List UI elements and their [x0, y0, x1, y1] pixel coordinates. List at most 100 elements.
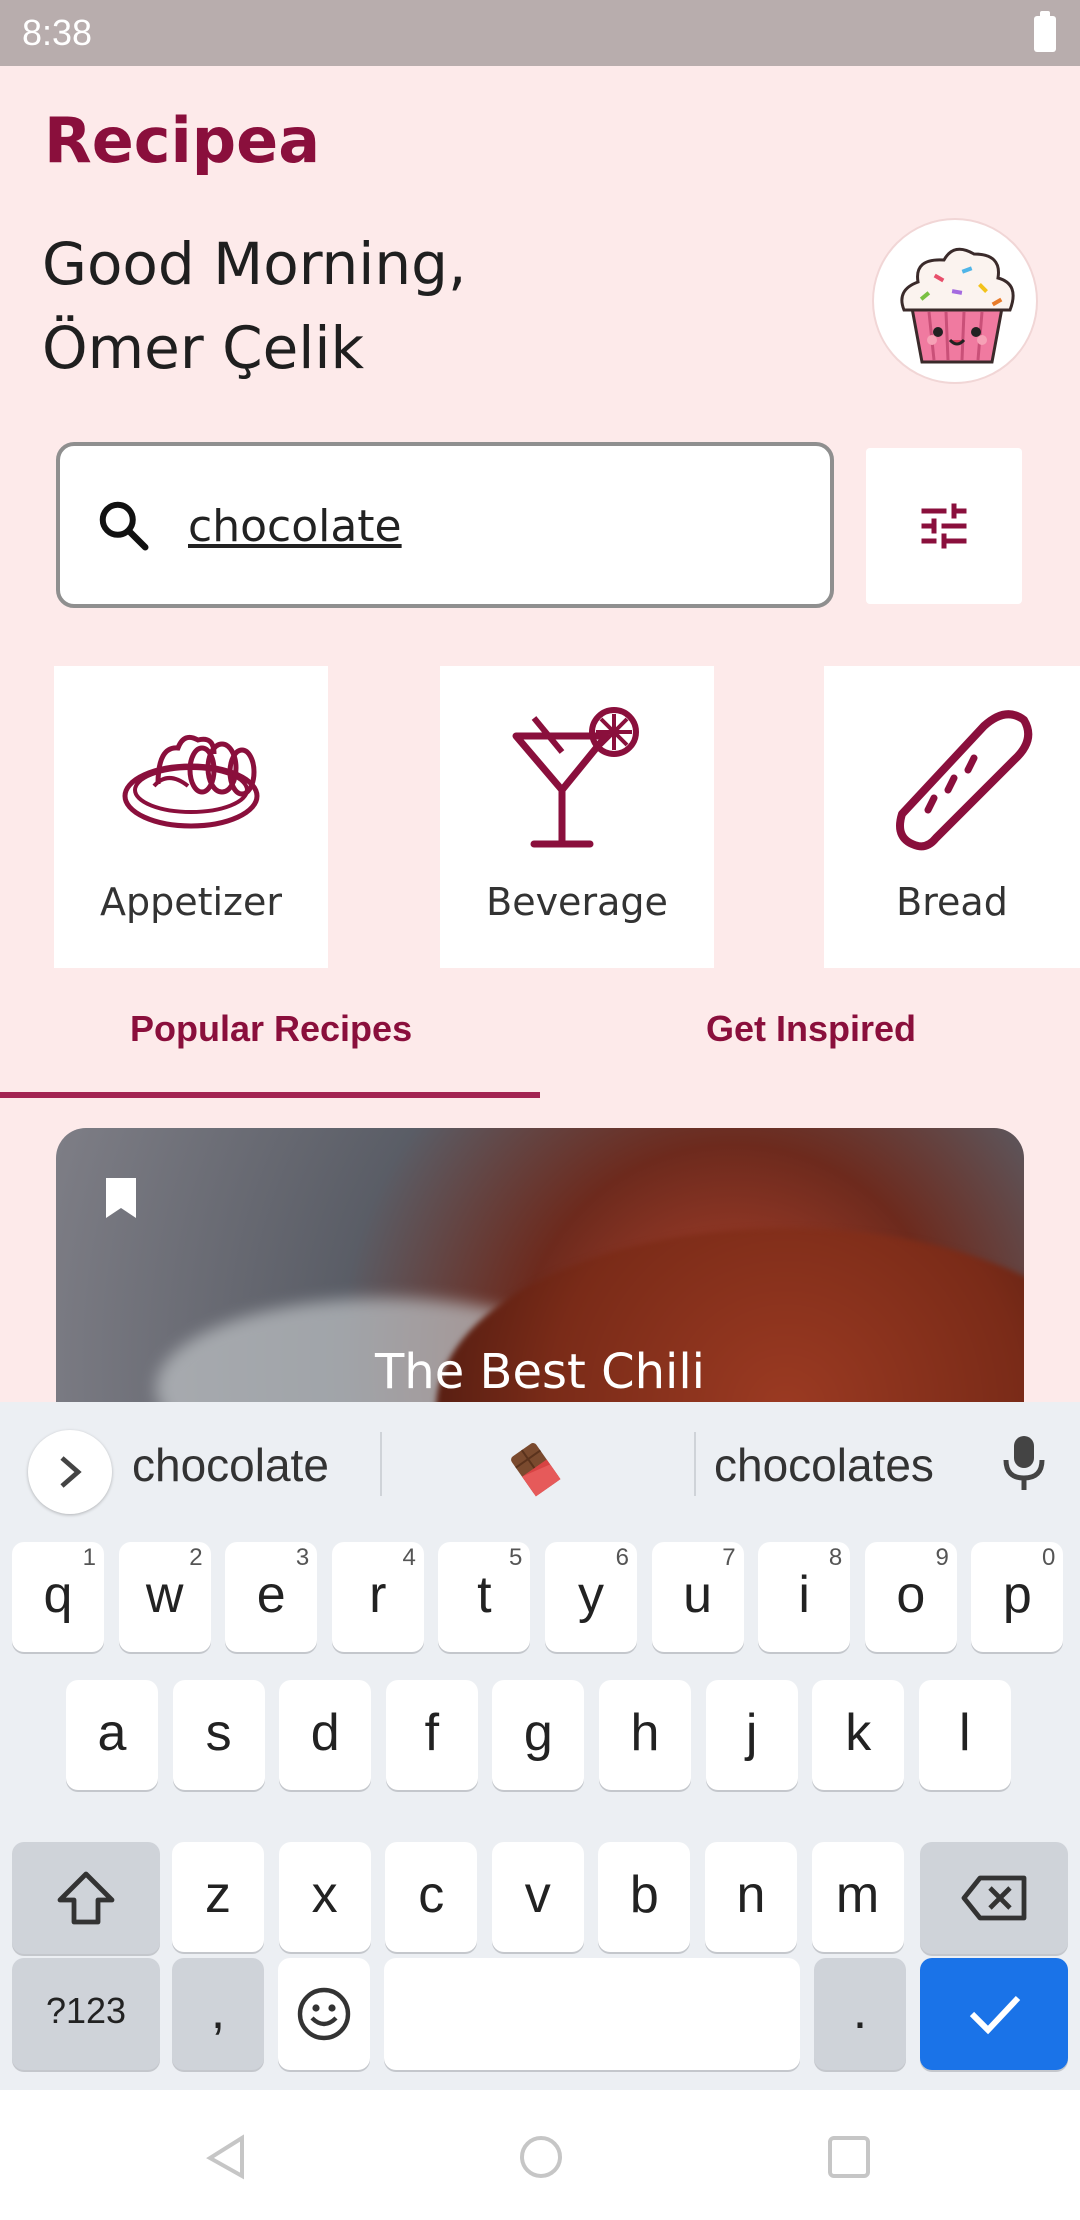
key-u[interactable]: u7	[651, 1542, 744, 1652]
app-title: Recipea	[44, 104, 321, 177]
key-b[interactable]: b	[598, 1842, 691, 1952]
key-z[interactable]: z	[172, 1842, 264, 1952]
category-label: Appetizer	[99, 880, 283, 924]
key-i[interactable]: i8	[758, 1542, 851, 1652]
cocktail-icon	[512, 707, 639, 848]
divider	[694, 1432, 696, 1496]
key-label: f	[424, 1704, 440, 1762]
backspace-icon	[961, 1875, 1027, 1921]
key-hint: 0	[1042, 1544, 1056, 1571]
appetizer-icon	[122, 734, 260, 829]
key-t[interactable]: t5	[438, 1542, 531, 1652]
category-appetizer[interactable]: Appetizer	[54, 666, 328, 968]
key-hint: 1	[82, 1544, 96, 1571]
key-p[interactable]: p0	[971, 1542, 1064, 1652]
key-label: l	[959, 1704, 971, 1762]
key-h[interactable]: h	[599, 1680, 691, 1790]
search-box[interactable]	[56, 442, 834, 608]
key-r[interactable]: r4	[331, 1542, 424, 1652]
key-k[interactable]: k	[812, 1680, 905, 1790]
divider	[380, 1432, 382, 1496]
cupcake-avatar-icon	[900, 247, 1015, 364]
key-hint: 6	[615, 1544, 629, 1571]
key-v[interactable]: v	[491, 1842, 584, 1952]
key-x[interactable]: x	[278, 1842, 371, 1952]
key-e[interactable]: e3	[225, 1542, 318, 1652]
suggestion-word[interactable]: chocolates	[714, 1438, 934, 1492]
category-beverage[interactable]: Beverage	[440, 666, 714, 968]
recents-nav-icon[interactable]	[826, 2134, 872, 2180]
key-a[interactable]: a	[66, 1680, 158, 1790]
shift-key[interactable]	[12, 1842, 160, 1954]
search-icon	[99, 501, 149, 551]
recipe-title: The Best Chili	[374, 1344, 706, 1400]
recipe-card[interactable]: The Best Chili	[56, 1128, 1024, 1418]
key-label: u	[683, 1566, 713, 1624]
suggestion-word[interactable]: chocolate	[132, 1438, 329, 1492]
key-label: t	[477, 1566, 492, 1624]
category-label: Beverage	[486, 880, 668, 924]
tab-indicator	[0, 1092, 540, 1098]
key-label: z	[205, 1866, 231, 1924]
key-hint: 3	[295, 1544, 310, 1571]
key-hint: 8	[828, 1544, 843, 1571]
status-time: 8:38	[22, 12, 93, 53]
navigation-bar	[0, 2090, 1080, 2220]
key-label: i	[798, 1566, 810, 1624]
key-label: y	[578, 1566, 604, 1624]
suggestion-strip: chocolate chocolates	[0, 1402, 1080, 1522]
soft-keyboard: chocolate chocolates q1w2e3r4t5y6u7i8o9p…	[0, 1402, 1080, 2090]
home-nav-icon[interactable]	[518, 2134, 564, 2180]
key-n[interactable]: n	[705, 1842, 797, 1952]
microphone-icon[interactable]	[1000, 1432, 1048, 1492]
key-label: k	[845, 1704, 872, 1762]
key-label: e	[256, 1566, 286, 1624]
key-c[interactable]: c	[385, 1842, 478, 1952]
expand-suggestions-button[interactable]	[28, 1430, 112, 1514]
key-q[interactable]: q1	[12, 1542, 104, 1652]
key-g[interactable]: g	[492, 1680, 585, 1790]
back-nav-icon[interactable]	[202, 2134, 248, 2180]
search-input[interactable]	[188, 490, 788, 562]
key-l[interactable]: l	[918, 1680, 1011, 1790]
avatar[interactable]	[872, 218, 1038, 384]
space-key[interactable]	[384, 1958, 800, 2070]
tab-popular-recipes[interactable]: Popular Recipes	[130, 1008, 412, 1050]
smiley-icon	[297, 1987, 351, 2041]
key-m[interactable]: m	[811, 1842, 904, 1952]
recipe-tabs: Popular Recipes Get Inspired	[0, 988, 1080, 1100]
comma-key[interactable]: ,	[172, 1958, 264, 2070]
done-key[interactable]	[920, 1958, 1068, 2070]
tab-get-inspired[interactable]: Get Inspired	[706, 1008, 916, 1050]
greeting: Good Morning, Ömer Çelik	[42, 222, 466, 390]
battery-icon	[1034, 11, 1056, 52]
tune-icon	[921, 503, 967, 549]
key-label: m	[835, 1866, 880, 1924]
key-hint: 9	[935, 1544, 949, 1571]
status-bar: 8:38	[0, 0, 1080, 66]
checkmark-icon	[969, 1995, 1021, 2035]
period-key[interactable]: .	[814, 1958, 906, 2070]
emoji-key[interactable]	[278, 1958, 370, 2070]
key-f[interactable]: f	[385, 1680, 478, 1790]
key-w[interactable]: w2	[118, 1542, 211, 1652]
key-label: r	[369, 1566, 387, 1624]
filter-button[interactable]	[866, 448, 1022, 604]
key-label: n	[736, 1866, 766, 1924]
key-label: a	[97, 1704, 127, 1762]
greeting-line: Good Morning,	[42, 230, 467, 298]
chocolate-emoji-icon[interactable]	[508, 1438, 568, 1498]
user-name: Ömer Çelik	[42, 314, 365, 382]
key-d[interactable]: d	[279, 1680, 372, 1790]
key-y[interactable]: y6	[545, 1542, 637, 1652]
backspace-key[interactable]	[920, 1842, 1068, 1954]
symbols-key[interactable]: ?123	[12, 1958, 160, 2070]
key-label: b	[629, 1866, 659, 1924]
key-s[interactable]: s	[172, 1680, 265, 1790]
category-bread[interactable]: Bread	[824, 666, 1080, 968]
key-j[interactable]: j	[705, 1680, 798, 1790]
key-label: d	[310, 1704, 340, 1762]
category-label: Bread	[896, 880, 1008, 924]
bookmark-icon[interactable]	[104, 1176, 138, 1220]
key-o[interactable]: o9	[864, 1542, 957, 1652]
